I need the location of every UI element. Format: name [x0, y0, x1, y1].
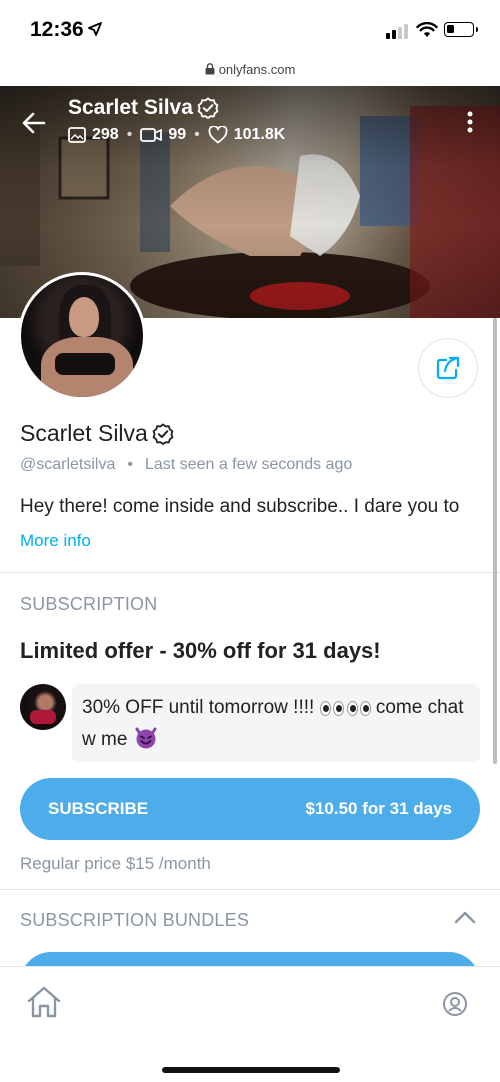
- bundles-section-label[interactable]: SUBSCRIPTION BUNDLES: [20, 910, 249, 931]
- status-bar: 12:36: [0, 0, 500, 62]
- video-icon: [140, 128, 163, 142]
- photos-stat: 298: [68, 126, 119, 144]
- promo-message: 30% OFF until tomorrow !!!! come chat w …: [72, 684, 480, 762]
- cellular-signal-icon: [386, 24, 408, 39]
- url-bar[interactable]: onlyfans.com: [0, 62, 500, 86]
- videos-stat: 99: [140, 126, 186, 144]
- image-icon: [68, 127, 86, 143]
- share-icon: [436, 356, 460, 380]
- separator-dot: •: [127, 456, 133, 473]
- home-indicator: [162, 1067, 340, 1073]
- heart-icon: [208, 126, 228, 144]
- verified-badge-icon: [152, 422, 174, 445]
- battery-icon: [444, 22, 478, 37]
- chevron-up-icon[interactable]: [454, 910, 476, 924]
- wifi-icon: [416, 22, 438, 37]
- likes-stat: 101.8K: [208, 126, 286, 144]
- url-text: onlyfans.com: [218, 62, 296, 77]
- videos-count: 99: [168, 126, 187, 143]
- location-arrow-icon: [88, 22, 102, 36]
- profile-icon[interactable]: [442, 991, 468, 1017]
- home-icon[interactable]: [26, 985, 62, 1019]
- profile-handle: @scarletsilva: [20, 456, 116, 473]
- header-name: Scarlet Silva: [68, 96, 193, 119]
- profile-name: Scarlet Silva: [20, 420, 174, 447]
- header-title: Scarlet Silva: [68, 96, 219, 120]
- header-stats: 298 • 99 • 101.8K: [68, 126, 285, 144]
- eyes-emoji-icon: [319, 701, 344, 716]
- subscribe-button[interactable]: SUBSCRIBE $10.50 for 31 days: [20, 778, 480, 840]
- back-arrow-icon[interactable]: [22, 112, 46, 134]
- scrollbar[interactable]: [493, 318, 497, 764]
- likes-count: 101.8K: [233, 126, 286, 143]
- profile-name-text: Scarlet Silva: [20, 420, 148, 446]
- subscription-section-label: SUBSCRIPTION: [20, 594, 158, 614]
- status-time: 12:36: [30, 18, 84, 41]
- divider: [0, 889, 500, 890]
- verified-badge-icon: [197, 97, 219, 119]
- eyes-emoji-icon: [346, 701, 371, 716]
- offer-title: Limited offer - 30% off for 31 days!: [20, 638, 381, 663]
- handle-row: @scarletsilva • Last seen a few seconds …: [20, 456, 352, 474]
- bottom-nav: [0, 966, 500, 1082]
- promo-message-part1: 30% OFF until tomorrow !!!!: [82, 697, 320, 718]
- message-avatar[interactable]: [20, 684, 66, 730]
- subscribe-label: SUBSCRIBE: [48, 799, 149, 818]
- share-button[interactable]: [418, 338, 478, 398]
- divider: [0, 572, 500, 573]
- avatar[interactable]: [18, 272, 146, 400]
- photos-count: 298: [92, 126, 119, 143]
- subscribe-price: $10.50 for 31 days: [305, 799, 452, 818]
- more-info-link[interactable]: More info: [20, 531, 91, 551]
- last-seen: Last seen a few seconds ago: [144, 456, 353, 473]
- smiling-devil-emoji-icon: [135, 727, 157, 749]
- more-vertical-icon[interactable]: [466, 110, 474, 134]
- lock-icon: [205, 63, 215, 75]
- profile-bio: Hey there! come inside and subscribe.. I…: [20, 496, 460, 517]
- regular-price: Regular price $15 /month: [20, 854, 211, 873]
